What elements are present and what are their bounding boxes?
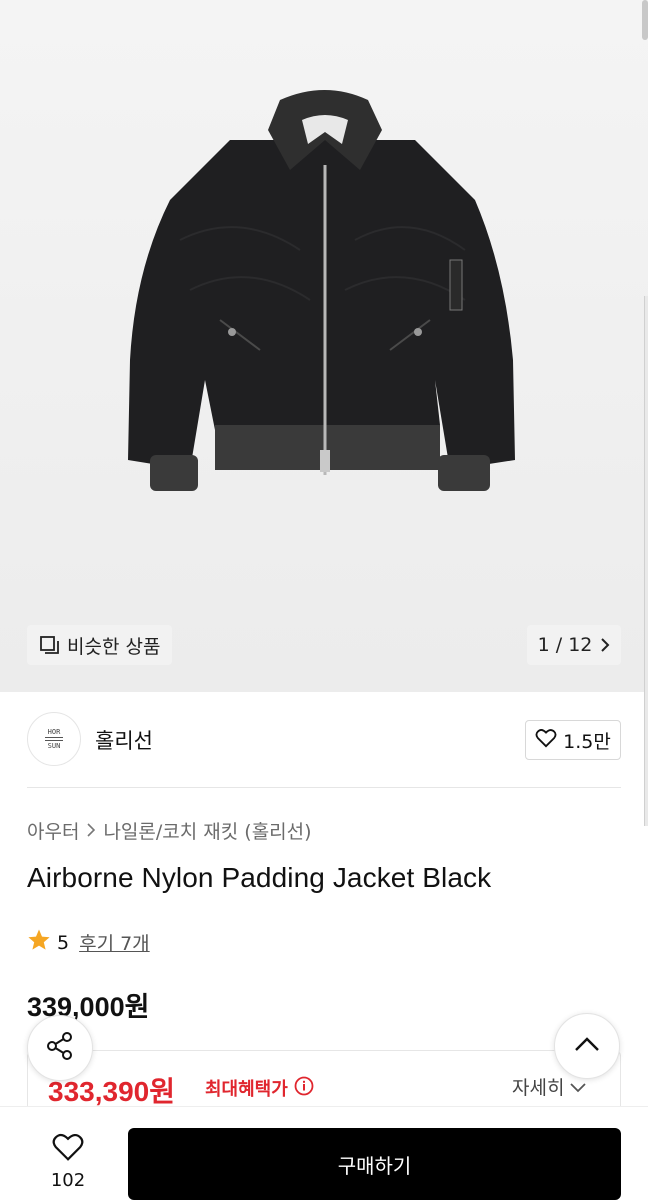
page-scrollbar-thumb[interactable] (642, 0, 648, 40)
brand-name[interactable]: 홀리선 (95, 725, 153, 755)
buy-button[interactable]: 구매하기 (128, 1128, 621, 1200)
reviews-link[interactable]: 후기 7개 (79, 929, 150, 956)
product-rating: 5 후기 7개 (27, 928, 150, 957)
rating-score: 5 (57, 931, 70, 954)
wishlist-count: 102 (50, 1170, 86, 1191)
breadcrumb-subcategory[interactable]: 나일론/코치 재킷 (홀리선) (103, 817, 311, 844)
breadcrumb: 아우터 나일론/코치 재킷 (홀리선) (27, 817, 312, 844)
info-icon[interactable] (294, 1076, 314, 1101)
similar-products-label: 비슷한 상품 (67, 635, 161, 658)
scroll-to-top-button[interactable] (554, 1013, 620, 1079)
breadcrumb-category[interactable]: 아우터 (27, 817, 79, 844)
image-counter-button[interactable]: 1 / 12 (527, 625, 621, 665)
heart-icon (51, 1132, 85, 1166)
product-photo (128, 90, 515, 491)
chevron-right-icon (600, 637, 610, 653)
divider (27, 787, 621, 788)
chevron-up-icon (574, 1036, 600, 1056)
product-title: Airborne Nylon Padding Jacket Black (27, 862, 492, 893)
chevron-right-icon (87, 820, 96, 842)
copy-icon (39, 634, 61, 656)
heart-icon (535, 728, 557, 753)
brand-logo[interactable]: HOR SUN (27, 712, 81, 766)
wishlist-button[interactable]: 102 (38, 1132, 98, 1191)
benefit-label-group: 최대혜택가 (205, 1075, 314, 1101)
image-counter: 1 / 12 (537, 634, 593, 656)
star-icon (27, 928, 51, 957)
brand-like-count: 1.5만 (563, 730, 611, 753)
buy-button-label: 구매하기 (337, 1153, 412, 1178)
brand-like-button[interactable]: 1.5만 (525, 720, 621, 760)
product-image-gallery[interactable]: 비슷한 상품 1 / 12 (0, 0, 648, 692)
benefit-detail-label: 자세히 (512, 1077, 565, 1099)
share-icon (44, 1030, 76, 1066)
share-button[interactable] (27, 1015, 93, 1081)
brand-row: HOR SUN 홀리선 1.5만 (0, 692, 648, 788)
similar-products-button[interactable]: 비슷한 상품 (27, 625, 173, 665)
benefit-label: 최대혜택가 (205, 1079, 288, 1100)
